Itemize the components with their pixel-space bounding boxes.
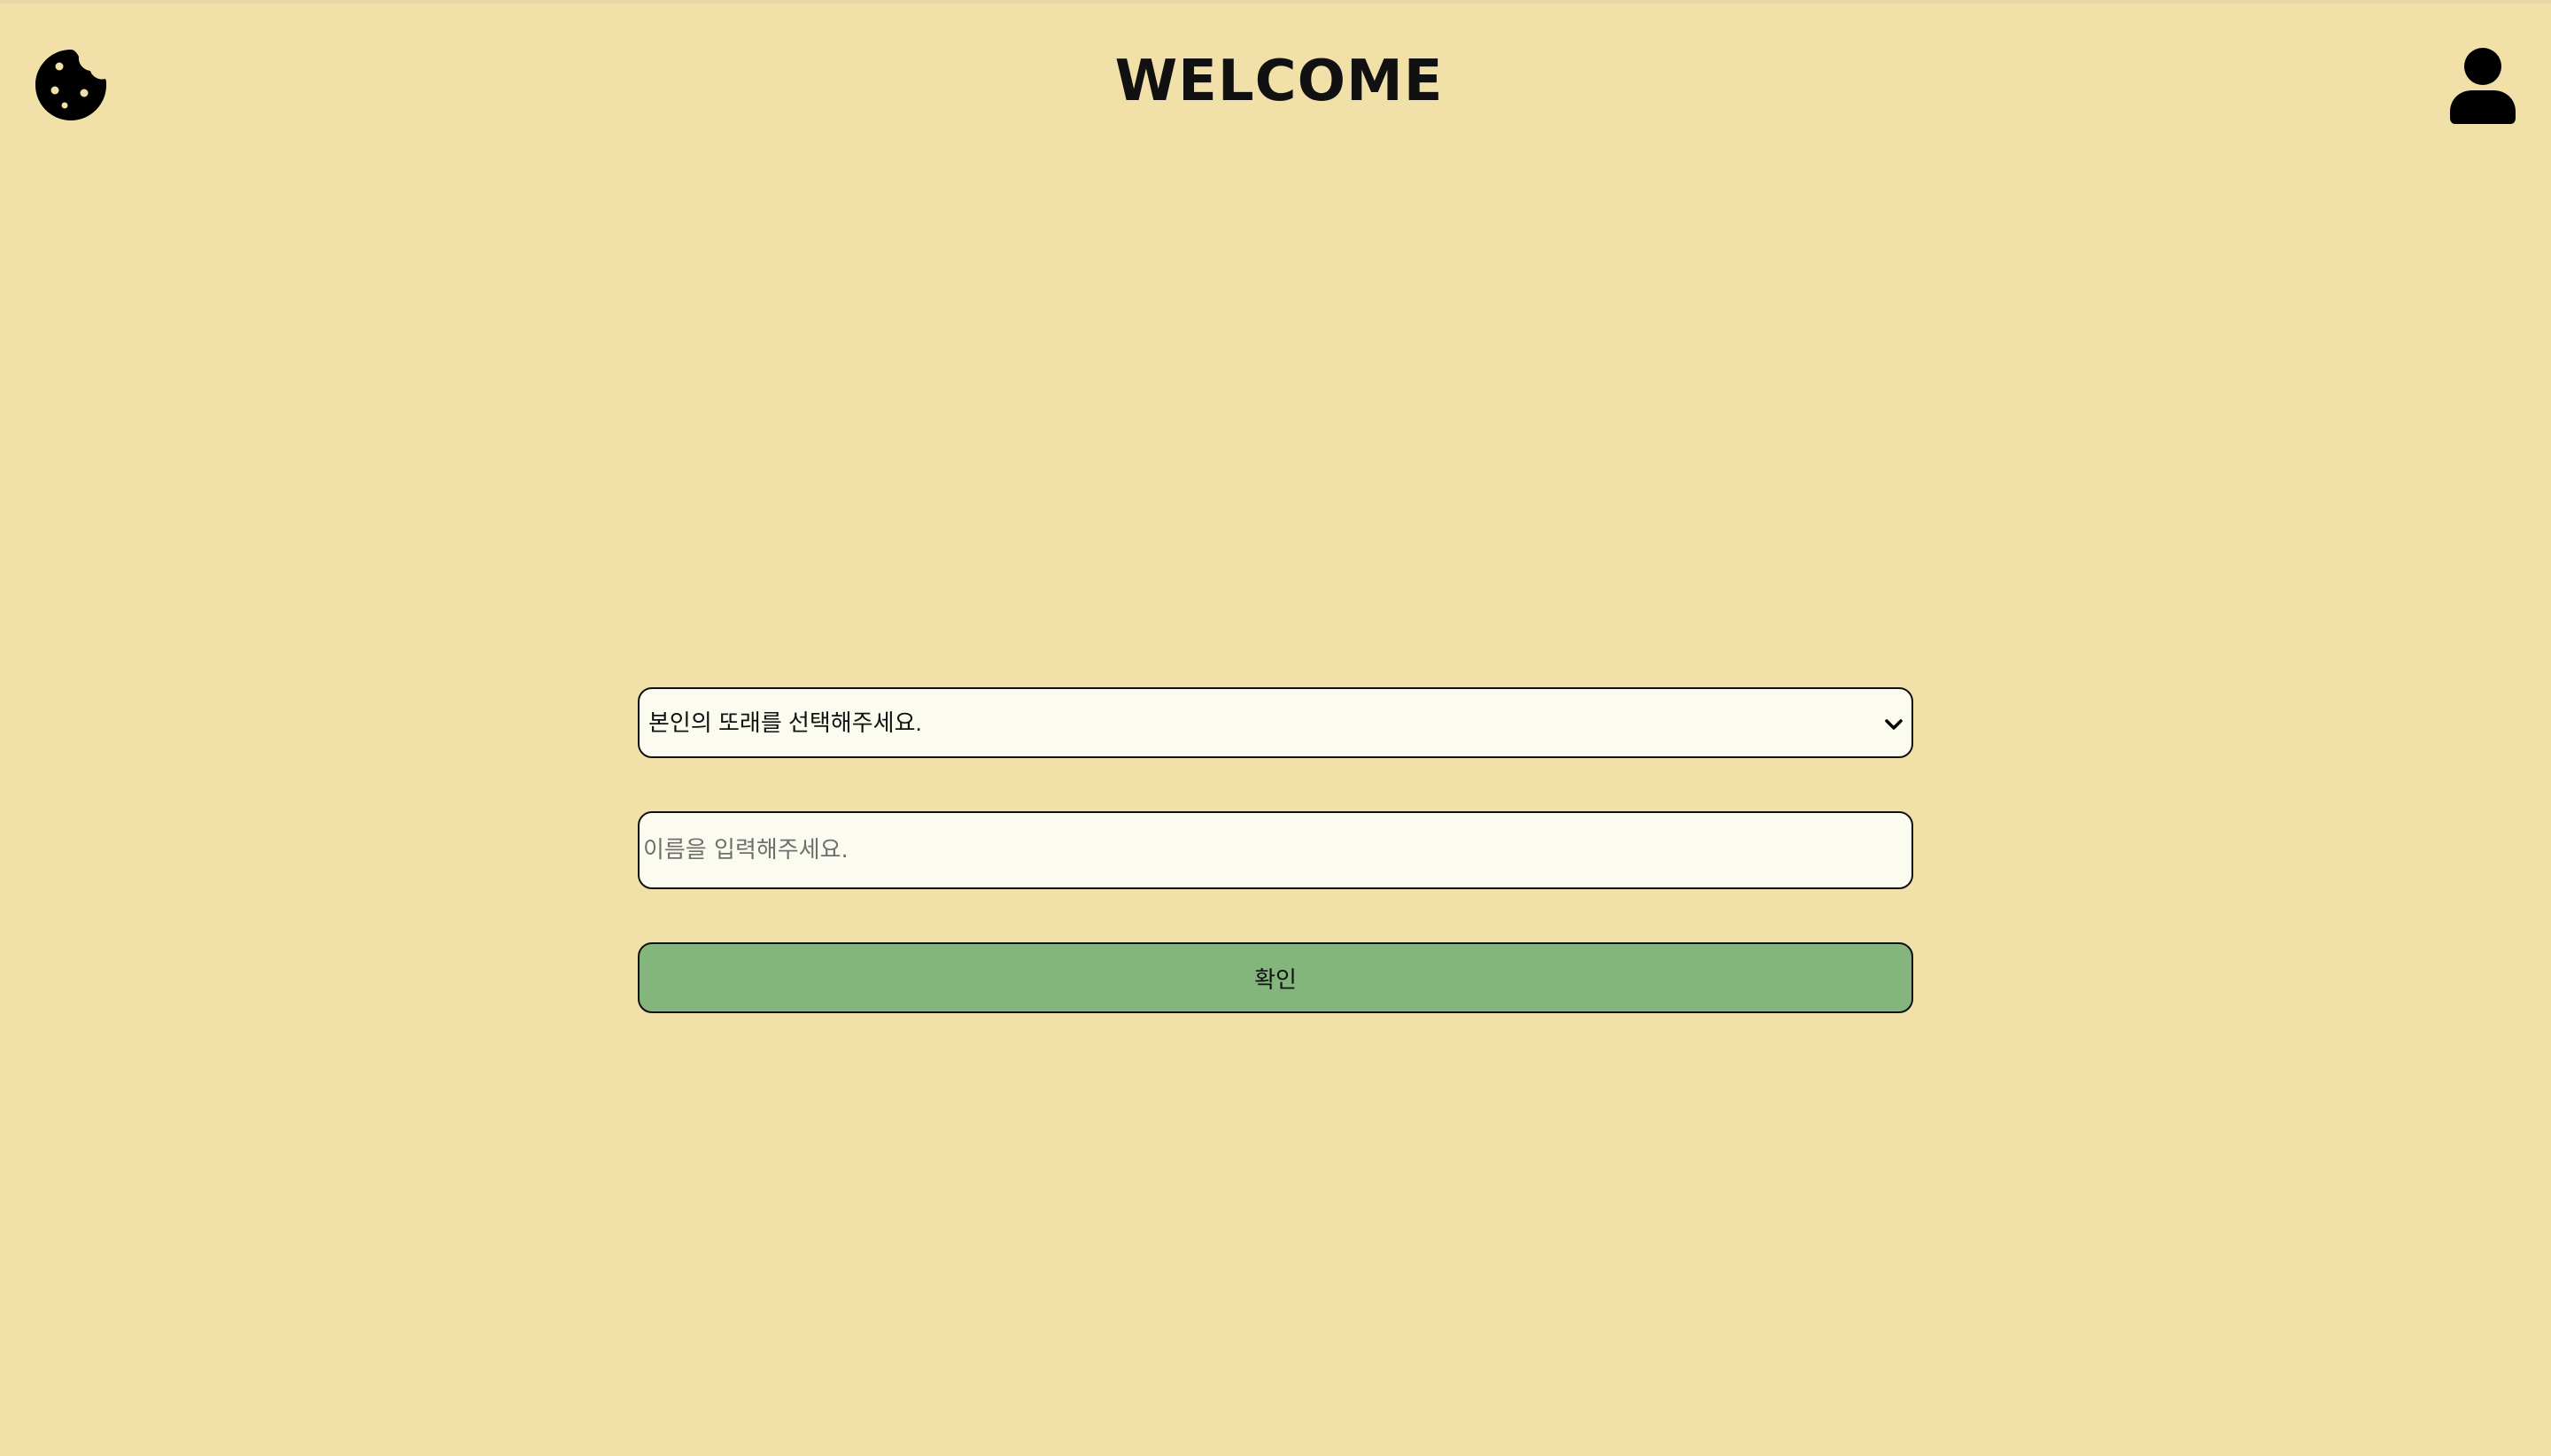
peer-select-value: 본인의 또래를 선택해주세요. <box>648 709 922 736</box>
user-icon[interactable] <box>2450 48 2516 124</box>
header: WELCOME <box>0 4 2551 154</box>
page-title: WELCOME <box>1114 49 1444 114</box>
name-input[interactable] <box>638 811 1913 889</box>
peer-select[interactable]: 본인의 또래를 선택해주세요. <box>638 687 1913 758</box>
chevron-down-icon <box>1883 714 1904 735</box>
confirm-button[interactable]: 확인 <box>638 942 1913 1013</box>
welcome-form: 본인의 또래를 선택해주세요. 확인 <box>638 687 1913 1013</box>
